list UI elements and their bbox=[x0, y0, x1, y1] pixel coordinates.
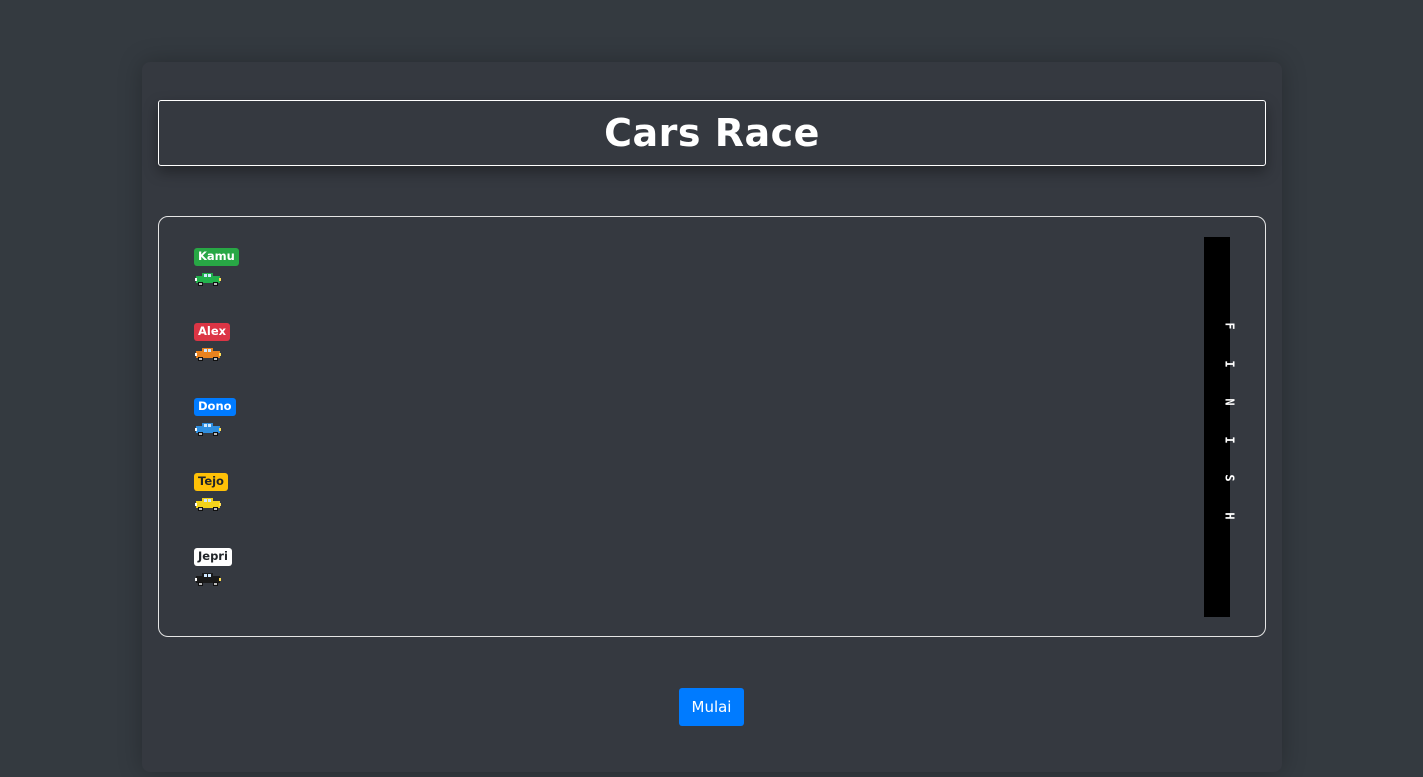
start-button[interactable]: Mulai bbox=[679, 688, 744, 726]
racer-name-badge: Dono bbox=[194, 398, 236, 416]
racer-name-badge: Kamu bbox=[194, 248, 239, 266]
racer-lane-alex: Alex bbox=[194, 322, 231, 372]
finish-letter: N bbox=[1222, 398, 1237, 406]
racer-lane-tejo: Tejo bbox=[194, 472, 228, 522]
race-track: Kamu Alex Dono Tejo Jepri F I N I S H bbox=[158, 216, 1266, 637]
car-icon bbox=[195, 572, 221, 586]
car-icon bbox=[195, 272, 221, 286]
racer-name-badge: Tejo bbox=[194, 473, 228, 491]
racer-name-badge: Jepri bbox=[194, 548, 232, 566]
title-banner: Cars Race bbox=[158, 100, 1266, 166]
car-icon bbox=[195, 347, 221, 361]
finish-letter: F bbox=[1222, 322, 1237, 330]
racer-name-badge: Alex bbox=[194, 323, 231, 341]
racer-lane-jepri: Jepri bbox=[194, 547, 232, 597]
car-icon bbox=[195, 497, 221, 511]
page-title: Cars Race bbox=[604, 111, 820, 155]
finish-letter: H bbox=[1222, 512, 1237, 520]
finish-letter: I bbox=[1222, 360, 1237, 368]
finish-line: F I N I S H bbox=[1204, 237, 1237, 617]
finish-letter: S bbox=[1222, 474, 1237, 482]
race-container: Cars Race Kamu Alex Dono Tejo Jepri F I N I S H M… bbox=[142, 62, 1282, 772]
car-icon bbox=[195, 422, 221, 436]
racer-lane-dono: Dono bbox=[194, 397, 236, 447]
racer-lane-kamu: Kamu bbox=[194, 247, 239, 297]
finish-letter: I bbox=[1222, 436, 1237, 444]
